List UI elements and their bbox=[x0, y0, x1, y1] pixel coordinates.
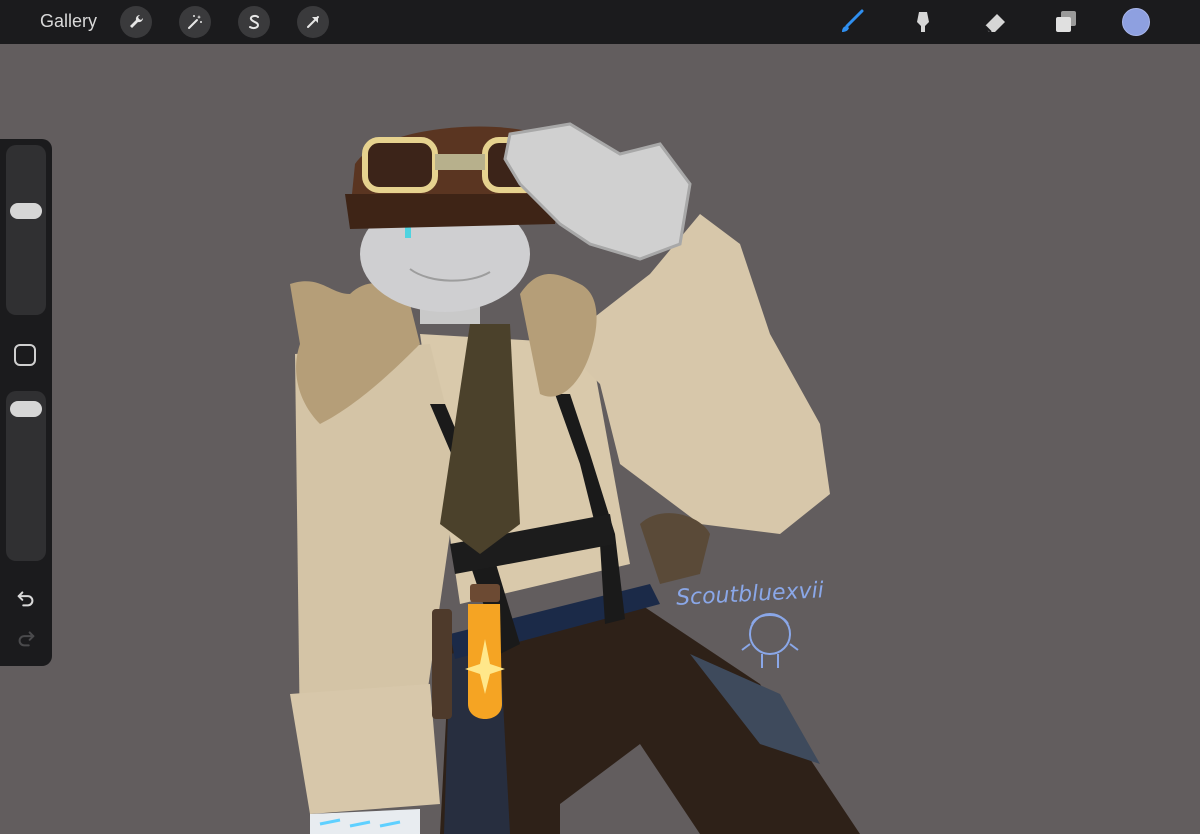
redo-icon bbox=[18, 631, 35, 647]
left-sidebar bbox=[0, 139, 52, 666]
glove bbox=[503, 122, 692, 261]
transform-button[interactable] bbox=[297, 6, 329, 38]
character-artwork bbox=[290, 122, 860, 834]
eraser-icon bbox=[984, 14, 1005, 33]
opacity-slider[interactable] bbox=[6, 391, 46, 561]
undo-icon bbox=[17, 591, 34, 607]
adjustments-button[interactable] bbox=[179, 6, 211, 38]
brush-icon bbox=[842, 9, 864, 32]
brush-size-slider[interactable] bbox=[6, 145, 46, 315]
smudge-icon bbox=[917, 12, 929, 32]
eraser-tool-button[interactable] bbox=[981, 8, 1009, 36]
transform-arrow-icon bbox=[307, 16, 319, 28]
magic-wand-icon bbox=[188, 15, 202, 29]
brush-tool-button[interactable] bbox=[838, 8, 866, 36]
redo-button[interactable] bbox=[13, 625, 39, 651]
gallery-button[interactable]: Gallery bbox=[40, 11, 97, 32]
wrench-icon bbox=[130, 14, 144, 28]
color-picker-button[interactable] bbox=[1122, 8, 1150, 36]
modify-button[interactable] bbox=[14, 344, 36, 366]
opacity-slider-thumb[interactable] bbox=[10, 400, 42, 417]
selection-button[interactable] bbox=[238, 6, 270, 38]
layers-button[interactable] bbox=[1052, 8, 1080, 36]
undo-button[interactable] bbox=[13, 585, 39, 611]
actions-wrench-button[interactable] bbox=[120, 6, 152, 38]
layers-icon bbox=[1056, 11, 1076, 32]
brush-size-slider-thumb[interactable] bbox=[10, 203, 42, 220]
selection-s-icon bbox=[249, 14, 260, 30]
smudge-tool-button[interactable] bbox=[909, 8, 937, 36]
top-toolbar: Gallery bbox=[0, 0, 1200, 44]
drawing-canvas[interactable]: Scoutbluexvii bbox=[0, 44, 1200, 834]
